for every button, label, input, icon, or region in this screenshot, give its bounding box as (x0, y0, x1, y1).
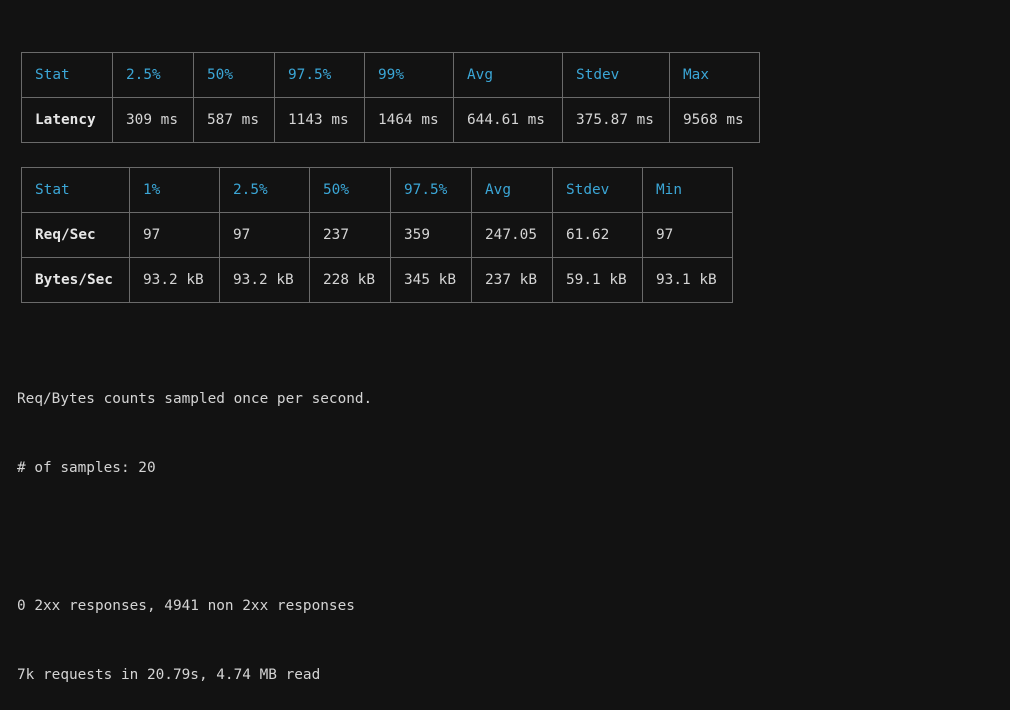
table-cell: 587 ms (193, 97, 275, 143)
table-cell: 93.1 kB (642, 257, 733, 303)
table-cell: 93.2 kB (129, 257, 220, 303)
row-label: Bytes/Sec (21, 257, 130, 303)
row-label: Req/Sec (21, 212, 130, 258)
header-cell: 97.5% (274, 52, 365, 98)
table-row: Req/Sec 97 97 237 359 247.05 61.62 97 (21, 212, 733, 258)
table-row: Bytes/Sec 93.2 kB 93.2 kB 228 kB 345 kB … (21, 257, 733, 303)
table-cell: 1143 ms (274, 97, 365, 143)
header-cell: 50% (309, 167, 391, 213)
sampling-note: Req/Bytes counts sampled once per second… (17, 391, 373, 407)
row-label: Latency (21, 97, 113, 143)
table-cell: 644.61 ms (453, 97, 563, 143)
table-cell: 359 (390, 212, 472, 258)
table-cell: 97 (642, 212, 733, 258)
throughput-header-row: Stat 1% 2.5% 50% 97.5% Avg Stdev Min (21, 167, 733, 213)
table-cell: 1464 ms (364, 97, 454, 143)
latency-table: Stat 2.5% 50% 97.5% 99% Avg Stdev Max La… (21, 52, 760, 143)
table-cell: 61.62 (552, 212, 643, 258)
latency-header-row: Stat 2.5% 50% 97.5% 99% Avg Stdev Max (21, 52, 760, 98)
header-cell: Max (669, 52, 760, 98)
table-cell: 237 (309, 212, 391, 258)
header-cell: 50% (193, 52, 275, 98)
header-cell: Stdev (552, 167, 643, 213)
table-cell: 309 ms (112, 97, 194, 143)
table-cell: 9568 ms (669, 97, 760, 143)
header-cell: 2.5% (112, 52, 194, 98)
header-cell: Avg (471, 167, 553, 213)
header-cell: 2.5% (219, 167, 310, 213)
table-cell: 247.05 (471, 212, 553, 258)
table-cell: 228 kB (309, 257, 391, 303)
sample-count: # of samples: 20 (17, 460, 156, 476)
table-cell: 345 kB (390, 257, 472, 303)
header-cell: Min (642, 167, 733, 213)
table-cell: 59.1 kB (552, 257, 643, 303)
header-cell: Avg (453, 52, 563, 98)
table-cell: 97 (129, 212, 220, 258)
table-row: Latency 309 ms 587 ms 1143 ms 1464 ms 64… (21, 97, 760, 143)
header-cell: 97.5% (390, 167, 472, 213)
table-cell: 237 kB (471, 257, 553, 303)
response-summary: 0 2xx responses, 4941 non 2xx responses (17, 598, 355, 614)
header-cell: 1% (129, 167, 220, 213)
header-cell: Stdev (562, 52, 670, 98)
table-cell: 93.2 kB (219, 257, 310, 303)
throughput-table: Stat 1% 2.5% 50% 97.5% Avg Stdev Min Req… (21, 167, 733, 303)
summary-output: Req/Bytes counts sampled once per second… (17, 342, 372, 710)
table-cell: 375.87 ms (562, 97, 670, 143)
header-cell: 99% (364, 52, 454, 98)
header-cell: Stat (21, 167, 130, 213)
request-totals: 7k requests in 20.79s, 4.74 MB read (17, 667, 321, 683)
table-cell: 97 (219, 212, 310, 258)
header-cell: Stat (21, 52, 113, 98)
